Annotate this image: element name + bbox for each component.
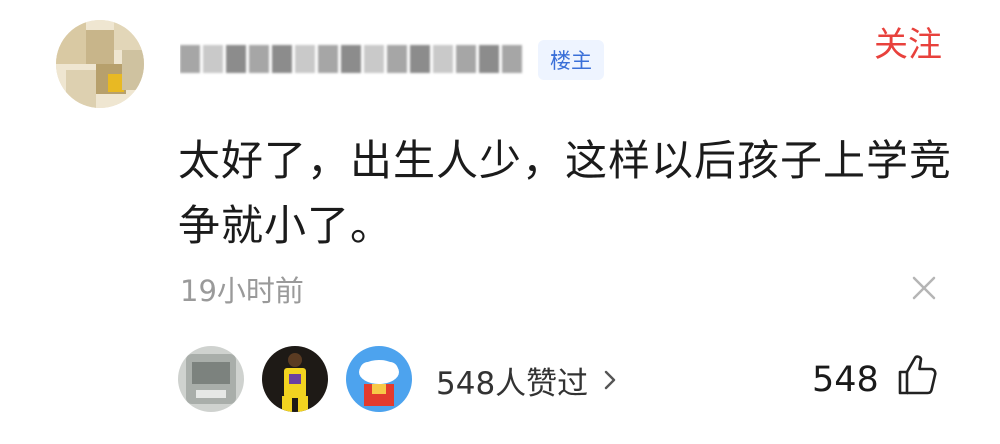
op-badge: 楼主 [538,40,604,80]
thumbs-up-icon[interactable] [894,352,940,398]
comment-text: 太好了，出生人少，这样以后孩子上学竞争就小了。 [178,136,953,250]
liker-avatar[interactable] [346,346,412,412]
likers-summary-link[interactable]: 548人赞过 [436,358,620,402]
like-count: 548 [812,360,879,400]
comment-timestamp: 19小时前 [180,274,304,308]
liker-avatar[interactable] [178,346,244,412]
likers-summary-label: 548人赞过 [436,365,589,402]
follow-button[interactable]: 关注 [858,14,958,68]
author-avatar[interactable] [56,20,144,108]
close-icon[interactable] [906,270,942,306]
liker-avatar[interactable] [262,346,328,412]
author-name-redacted[interactable] [180,40,525,78]
chevron-right-icon [604,370,616,390]
